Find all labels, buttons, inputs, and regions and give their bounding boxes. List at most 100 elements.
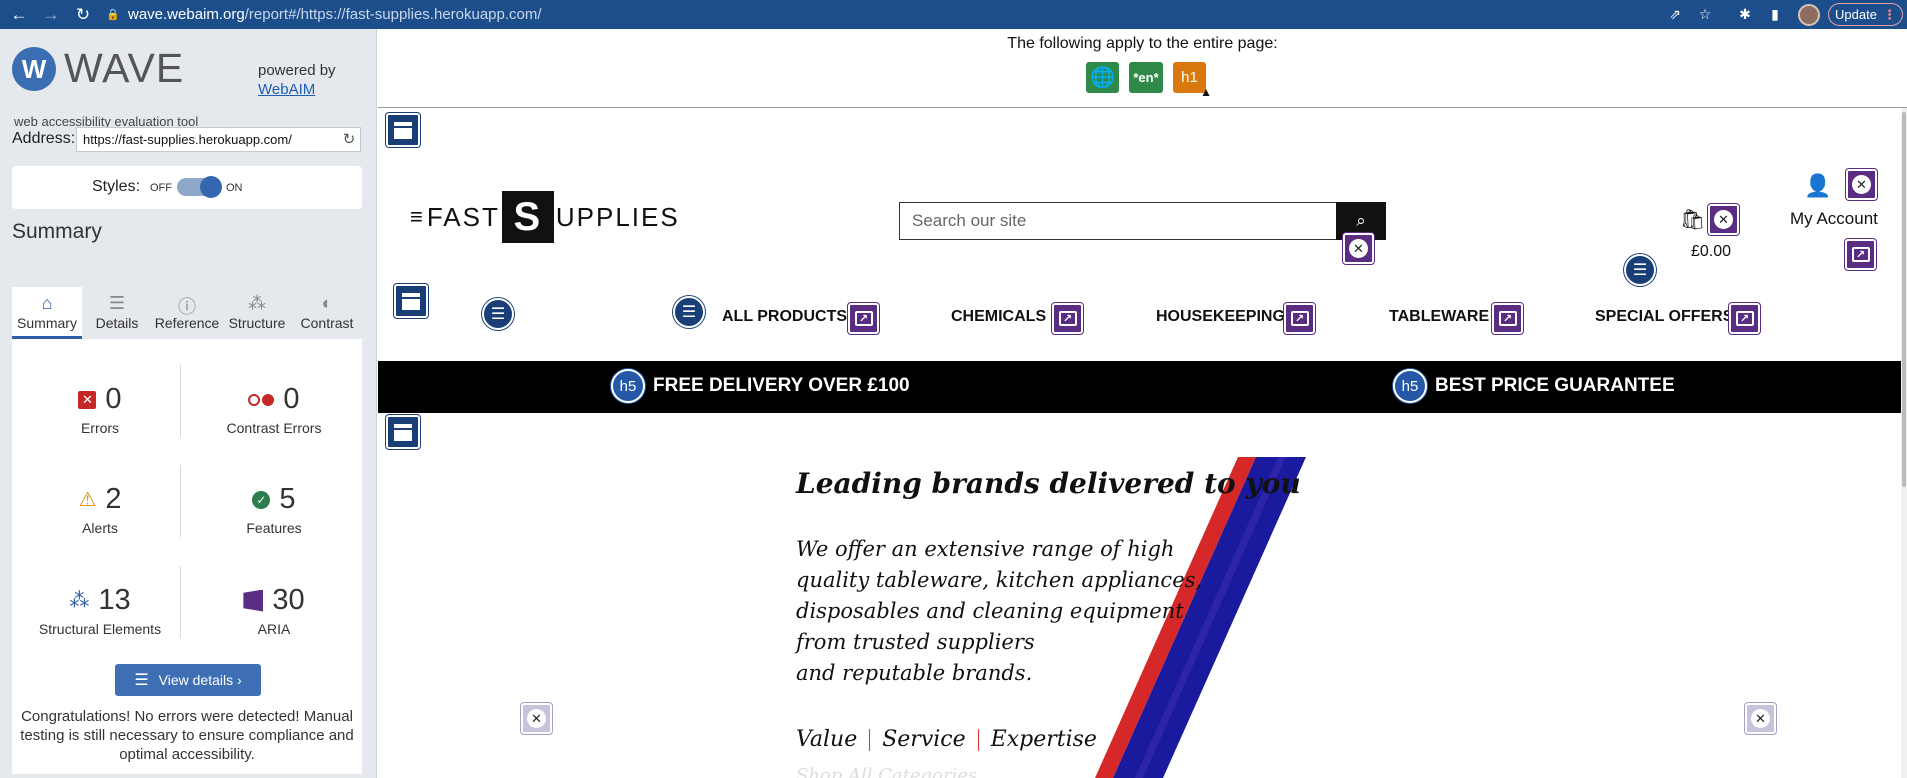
view-details-button[interactable]: ☰ View details › (115, 664, 261, 696)
hero-tag: Value (796, 727, 858, 752)
h5-heading-icon[interactable]: h5 (611, 369, 645, 403)
stat-structural[interactable]: ⁂ 13 Structural Elements (20, 584, 180, 637)
logo-text-right: UPPLIES (555, 201, 680, 232)
webaim-link[interactable]: WebAIM (258, 81, 315, 98)
view-details-label: View details › (158, 672, 242, 688)
stat-contrast-errors[interactable]: 0 Contrast Errors (194, 383, 354, 436)
aria-expanded-icon[interactable]: ↗ (848, 303, 879, 334)
structure-icon: ⁂ (248, 293, 266, 313)
aria-hidden-icon[interactable]: ✕ (521, 703, 552, 734)
update-button[interactable]: Update ⋮ (1828, 3, 1903, 26)
account-person-icon[interactable]: 👤 (1804, 173, 1831, 199)
sidepanel-icon[interactable]: ▮ (1764, 4, 1786, 25)
reload-icon[interactable]: ↻ (70, 0, 96, 29)
stat-features[interactable]: ✓ 5 Features (194, 483, 354, 536)
aria-expanded-icon[interactable]: ↗ (1284, 303, 1315, 334)
hero-line: disposables and cleaning equipment (796, 599, 1184, 623)
browser-toolbar: ← → ↻ 🔒 wave.webaim.org/report#/https://… (0, 0, 1907, 29)
list-structure-icon[interactable]: ☰ (1624, 254, 1656, 286)
forward-icon[interactable]: → (38, 0, 64, 29)
address-input[interactable]: https://fast-supplies.herokuapp.com/ (76, 127, 361, 152)
address-bar[interactable]: 🔒 wave.webaim.org/report#/https://fast-s… (106, 3, 1646, 26)
my-account-link[interactable]: My Account (1790, 209, 1878, 229)
site-logo[interactable]: ≡ FAST S UPPLIES (410, 191, 680, 243)
menu-chemicals[interactable]: CHEMICALS (951, 308, 1046, 326)
bookmark-star-icon[interactable]: ☆ (1694, 4, 1716, 25)
aria-icon (243, 589, 264, 612)
menu-tableware[interactable]: TABLEWARE (1389, 308, 1489, 326)
wave-logo-text: WAVE (64, 45, 185, 91)
contrast-icon: ◐ (321, 293, 333, 313)
nav-region-icon[interactable] (394, 284, 428, 318)
aria-expanded-icon[interactable]: ↗ (1845, 239, 1876, 270)
report-page: The following apply to the entire page: … (378, 29, 1907, 778)
divider (977, 728, 979, 751)
hero-tags: Value Service Expertise (796, 727, 1097, 752)
free-delivery-text: FREE DELIVERY OVER £100 (653, 375, 910, 396)
tab-label: Summary (17, 315, 77, 331)
tab-contrast[interactable]: ◐ Contrast (292, 287, 362, 339)
warning-icon: ▲ (1200, 85, 1212, 99)
tab-reference[interactable]: ⓘ Reference (152, 287, 222, 339)
page-scrollbar[interactable] (1901, 108, 1907, 778)
back-icon[interactable]: ← (6, 0, 32, 29)
list-icon: ☰ (108, 293, 126, 313)
aria-label-icon[interactable]: ✕ (1343, 233, 1374, 264)
aria-label-icon[interactable]: ✕ (1708, 204, 1739, 235)
aria-expanded-icon[interactable]: ↗ (1052, 303, 1083, 334)
aria-expanded-icon[interactable]: ↗ (1492, 303, 1523, 334)
tab-structure[interactable]: ⁂ Structure (222, 287, 292, 339)
list-structure-icon[interactable]: ☰ (482, 298, 514, 330)
wave-logo[interactable]: W WAVE web accessibility evaluation tool (12, 45, 232, 129)
site-search-input[interactable]: Search our site (899, 202, 1338, 240)
hamburger-icon: ≡ (410, 204, 425, 229)
contrast-error-icon (248, 393, 275, 406)
h1-alert-icon[interactable]: h1 ▲ (1173, 62, 1212, 99)
hero-body: We offer an extensive range of high qual… (796, 534, 1206, 689)
h5-heading-icon[interactable]: h5 (1393, 369, 1427, 403)
aria-label-icon[interactable]: ✕ (1846, 169, 1877, 200)
share-icon[interactable]: ⇗ (1664, 4, 1686, 25)
scrollbar-thumb[interactable] (1902, 112, 1906, 487)
divider (180, 465, 181, 537)
aria-hidden-icon[interactable]: ✕ (1745, 703, 1776, 734)
logo-s-mark: S (501, 191, 554, 243)
url-domain: wave.webaim.org (128, 6, 245, 23)
wave-sidebar: W WAVE web accessibility evaluation tool… (0, 29, 377, 778)
main-region-icon[interactable] (386, 415, 420, 449)
tab-summary[interactable]: ⌂ Summary (12, 287, 82, 339)
stat-count: 0 (105, 383, 122, 415)
refresh-icon[interactable]: ↻ (339, 129, 359, 149)
cart-total[interactable]: £0.00 (1691, 243, 1731, 261)
price-guarantee-text: BEST PRICE GUARANTEE (1435, 375, 1675, 396)
header-region-icon[interactable] (386, 113, 420, 147)
hero-tag: Service (882, 727, 966, 752)
aria-expanded-icon[interactable]: ↗ (1729, 303, 1760, 334)
language-en-icon[interactable]: *en* (1129, 62, 1163, 93)
powered-by: powered by WebAIM (258, 61, 336, 99)
styles-toggle-knob[interactable] (200, 176, 222, 198)
stat-errors[interactable]: ✕ 0 Errors (20, 383, 180, 436)
stat-label: Structural Elements (38, 621, 162, 637)
menu-all-products[interactable]: ALL PRODUCTS (722, 308, 847, 326)
structure-icon: ⁂ (69, 590, 90, 612)
profile-avatar[interactable] (1798, 4, 1820, 26)
menu-special-offers[interactable]: SPECIAL OFFERS (1595, 308, 1733, 326)
wave-logo-icon: W (12, 47, 56, 91)
tab-label: Reference (154, 315, 220, 331)
stat-aria[interactable]: 30 ARIA (194, 584, 354, 637)
menu-housekeeping[interactable]: HOUSEKEEPING (1156, 308, 1285, 326)
info-icon: ⓘ (178, 297, 196, 317)
stat-alerts[interactable]: ⚠ 2 Alerts (20, 483, 180, 536)
summary-heading: Summary (12, 220, 102, 243)
congrats-message: Congratulations! No errors were detected… (20, 708, 354, 763)
extensions-icon[interactable]: ✱ (1734, 4, 1756, 25)
shopping-bag-icon[interactable]: 🛍 (1680, 207, 1705, 232)
tab-label: Details (95, 315, 139, 331)
tab-details[interactable]: ☰ Details (82, 287, 152, 339)
language-icon[interactable]: 🌐 (1086, 62, 1119, 93)
hero-faded-link[interactable]: Shop All Categories (796, 765, 977, 778)
divider (869, 728, 871, 751)
list-structure-icon[interactable]: ☰ (673, 296, 705, 328)
divider (378, 107, 1907, 108)
